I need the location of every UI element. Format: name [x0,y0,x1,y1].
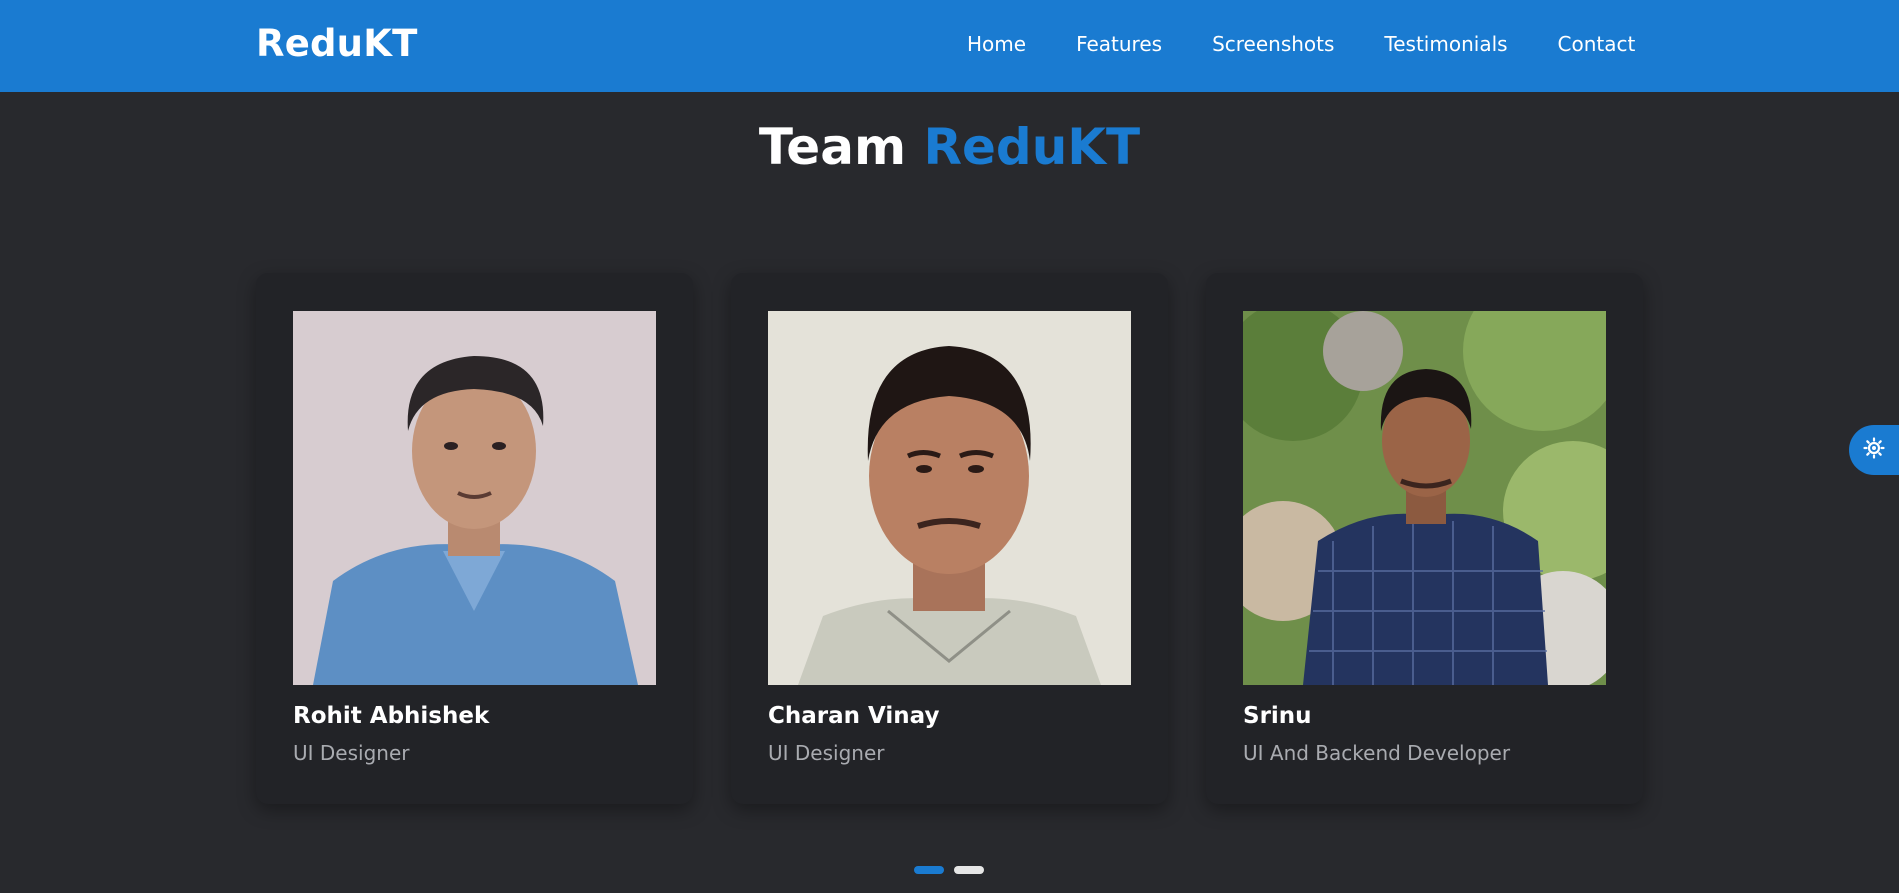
sun-icon [1863,437,1885,463]
nav-link-screenshots[interactable]: Screenshots [1212,32,1334,56]
team-card: Rohit Abhishek UI Designer [256,273,693,804]
brand-logo[interactable]: ReduKT [256,22,418,65]
member-photo [293,311,656,685]
nav-link-home[interactable]: Home [967,32,1026,56]
member-name: Charan Vinay [768,703,940,729]
nav-link-contact[interactable]: Contact [1558,32,1636,56]
member-role: UI Designer [293,741,410,765]
member-name: Rohit Abhishek [293,703,490,729]
team-card: Srinu UI And Backend Developer [1206,273,1643,804]
carousel-pagination [914,866,984,874]
member-photo [1243,311,1606,685]
section-title-main: Team [758,118,907,176]
nav-link-features[interactable]: Features [1076,32,1162,56]
section-title-accent: ReduKT [923,118,1141,176]
member-role: UI Designer [768,741,885,765]
member-name: Srinu [1243,703,1312,729]
team-card: Charan Vinay UI Designer [731,273,1168,804]
nav-links: Home Features Screenshots Testimonials C… [967,32,1635,56]
section-title: Team ReduKT [0,118,1899,176]
pagination-dot-1[interactable] [914,866,944,874]
nav-link-testimonials[interactable]: Testimonials [1384,32,1507,56]
member-photo [768,311,1131,685]
top-navbar: ReduKT Home Features Screenshots Testimo… [0,0,1899,92]
theme-toggle-button[interactable] [1849,425,1899,475]
pagination-dot-2[interactable] [954,866,984,874]
member-role: UI And Backend Developer [1243,741,1511,765]
